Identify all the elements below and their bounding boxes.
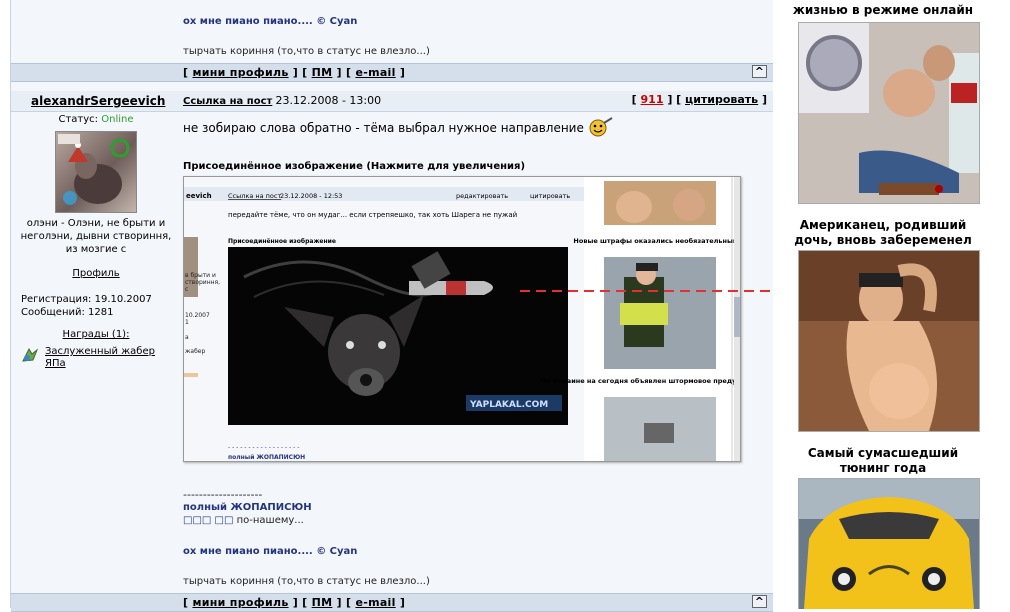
email-link[interactable]: e-mail [355,66,395,79]
pm-link[interactable]: ПМ [312,66,333,79]
attached-left-text-1: створиння, [185,279,220,286]
mini-profile-link[interactable]: мини профиль [192,66,288,79]
attached-left-text-5: а [185,334,189,341]
signature-boxes-icon: □□□ □□ [183,515,234,526]
awards-link[interactable]: Награды (1): [63,329,130,340]
news-title-0[interactable]: жизнью в режиме онлайн [783,3,983,17]
avatar [55,131,137,213]
award-name-link[interactable]: Заслуженный жабер ЯПа [45,346,165,370]
pm-link-2[interactable]: ПМ [312,596,333,609]
user-title: олэни - Олэни, не брыти и неголэни, дывн… [20,218,172,255]
user-info-panel: Статус: Online олэни - Олэни, не брыти и… [11,111,181,370]
award-icon [21,346,39,367]
smiley-icon [588,117,614,140]
status-label: Статус: [58,114,99,125]
post-footer-bar: [ мини профиль ] [ ПМ ] [ e-mail ] ^ [11,593,773,612]
mini-profile-link-2[interactable]: мини профиль [192,596,288,609]
news-sidebar: жизнью в режиме онлайн Американец, родив… [773,0,1010,609]
attached-author-fragment: eevich [186,192,212,200]
previous-post-footer-bar: [ мини профиль ] [ ПМ ] [ e-mail ] ^ [11,63,773,82]
attached-attachment-label: Присоединённое изображение [228,238,336,245]
post-date: 23.12.2008 - 13:00 [275,94,382,107]
previous-status-line: тырчать кориння (то,что в статус не влез… [183,46,430,57]
attached-message: передайте тёме, что он мудаг... если стр… [228,211,517,219]
post-header-row: alexandrSergeevich Ссылка на пост 23.12.… [11,91,773,112]
post-meta: Ссылка на пост 23.12.2008 - 13:00 [183,94,381,107]
previous-signature-line: ох мне пиано пиано.... © Cyan [183,16,358,27]
attached-left-text-4: 1 [185,319,189,326]
signature-nick: полный ЖОПАПИСЮН [183,502,312,513]
attached-bottom-text: полный ЖОПАПИСЮН [228,454,305,461]
post-link[interactable]: Ссылка на пост [183,96,272,107]
attached-left-text-2: с [185,286,188,293]
profile-link[interactable]: Профиль [72,268,119,279]
attached-left-text-3: 10.2007 [185,312,210,319]
attached-left-text-0: в брыти и [185,272,216,279]
news-image-1[interactable] [798,250,980,432]
attached-left-text-6: жабер [185,348,205,355]
attached-link-label: Ссылка на пост [228,192,281,200]
svg-text:- - - - - - - - - - - - - - -: - - - - - - - - - - - - - - - - - - [228,444,299,451]
attached-news1: Новые штрафы оказались необязательными? [573,237,740,245]
news-image-0[interactable] [798,22,980,204]
attached-watermark: YAPLAKAL.COM [469,400,548,410]
forum-column: ох мне пиано пиано.... © Cyan тырчать ко… [10,0,774,612]
email-link-2[interactable]: e-mail [355,596,395,609]
status-text-line: тырчать кориння (то,что в статус не влез… [183,576,430,587]
attachment-label: Присоединённое изображение (Нажмите для … [183,161,526,172]
signature-boxes-row: □□□ □□ по-нашему... [183,515,304,526]
attached-date: 23.12.2008 - 12:53 [280,192,342,200]
news-image-2[interactable] [798,478,980,609]
attached-cite: цитировать [530,192,570,200]
rating-link[interactable]: 911 [641,93,664,106]
scroll-up-button[interactable]: ^ [751,65,767,78]
news-title-2[interactable]: Самый сумасшедший тюнинг года [783,446,983,476]
message-count: Сообщений: 1281 [21,307,114,318]
author-name-link[interactable]: alexandrSergeevich [31,94,165,108]
attached-edit: редактировать [456,192,508,200]
post-actions: [ 911 ] [ цитировать ] [631,93,767,106]
news-title-1[interactable]: Американец, родивший дочь, вновь заберем… [783,218,983,248]
scroll-up-button-2[interactable]: ^ [751,595,767,608]
attached-image[interactable]: eevich Ссылка на пост 23.12.2008 - 12:53… [183,176,741,462]
signature-separator: -------------------- [183,488,263,501]
cite-link[interactable]: цитировать [685,93,758,106]
signature-suffix: по-нашему... [236,515,304,526]
post-message: не зобираю слова обратно - тёма выбрал н… [183,117,614,140]
status-value: Online [101,114,134,125]
signature-line: ох мне пиано пиано.... © Cyan [183,546,358,557]
attached-news2: По Украине на сегодня объявлен штормовое… [541,377,740,385]
registration-date: Регистрация: 19.10.2007 [21,294,152,305]
